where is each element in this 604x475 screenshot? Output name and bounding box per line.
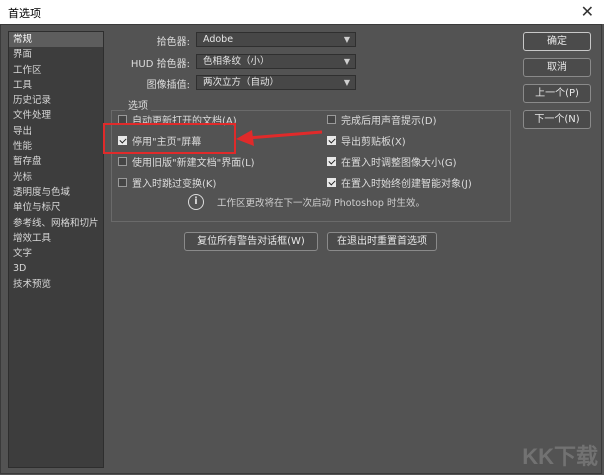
color-picker-value: Adobe	[203, 34, 234, 45]
sidebar-item-units-rulers[interactable]: 单位与标尺	[9, 200, 103, 215]
option-skip-transform[interactable]: 置入时跳过变换(K)	[118, 175, 216, 190]
sidebar-item-general[interactable]: 常规	[9, 32, 103, 48]
option-label: 置入时跳过变换(K)	[132, 179, 217, 190]
sidebar-item-workspace[interactable]: 工作区	[9, 63, 103, 78]
highlight-box	[103, 123, 236, 154]
cancel-button[interactable]: 取消	[523, 58, 591, 77]
chevron-down-icon: ▼	[343, 35, 350, 44]
option-export-clipboard[interactable]: 导出剪贴板(X)	[327, 133, 406, 148]
title-bar: 首选项 ✕	[0, 0, 604, 24]
sidebar: 常规 界面 工作区 工具 历史记录 文件处理 导出 性能 暂存盘 光标 透明度与…	[8, 31, 104, 468]
info-message: 工作区更改将在下一次启动 Photoshop 时生效。	[217, 198, 425, 209]
option-label: 在置入时始终创建智能对象(J)	[341, 179, 472, 190]
option-label: 完成后用声音提示(D)	[341, 116, 437, 127]
sidebar-item-3d[interactable]: 3D	[9, 261, 103, 276]
options-group-title: 选项	[125, 97, 151, 112]
option-resize-on-place[interactable]: 在置入时调整图像大小(G)	[327, 154, 457, 169]
hud-picker-value: 色相条纹（小）	[203, 56, 270, 67]
sidebar-item-type[interactable]: 文字	[9, 246, 103, 261]
checkbox[interactable]	[118, 157, 127, 166]
interpolation-label: 图像插值:	[146, 80, 190, 91]
sidebar-item-history[interactable]: 历史记录	[9, 93, 103, 108]
option-label: 在置入时调整图像大小(G)	[341, 158, 457, 169]
red-arrow-icon	[236, 130, 323, 146]
sidebar-item-performance[interactable]: 性能	[9, 139, 103, 154]
next-button[interactable]: 下一个(N)	[523, 110, 591, 129]
sidebar-item-export[interactable]: 导出	[9, 124, 103, 139]
option-smart-objects[interactable]: 在置入时始终创建智能对象(J)	[327, 175, 472, 190]
sidebar-item-tools[interactable]: 工具	[9, 78, 103, 93]
reset-warnings-button[interactable]: 复位所有警告对话框(W)	[184, 232, 318, 251]
window-title: 首选项	[8, 7, 41, 20]
prev-button[interactable]: 上一个(P)	[523, 84, 591, 103]
close-icon[interactable]: ✕	[581, 2, 594, 21]
info-icon: i	[188, 194, 204, 210]
color-picker-select[interactable]: Adobe ▼	[196, 32, 356, 47]
reset-on-quit-button[interactable]: 在退出时重置首选项	[327, 232, 437, 251]
checkbox[interactable]	[327, 136, 336, 145]
sidebar-item-plugins[interactable]: 增效工具	[9, 231, 103, 246]
sidebar-item-scratch-disks[interactable]: 暂存盘	[9, 154, 103, 169]
checkbox[interactable]	[327, 157, 336, 166]
sidebar-item-guides-grid[interactable]: 参考线、网格和切片	[9, 216, 103, 231]
option-legacy-new-doc[interactable]: 使用旧版"新建文档"界面(L)	[118, 154, 255, 169]
sidebar-item-transparency[interactable]: 透明度与色域	[9, 185, 103, 200]
option-label: 导出剪贴板(X)	[341, 137, 406, 148]
chevron-down-icon: ▼	[343, 57, 350, 66]
checkbox[interactable]	[327, 115, 336, 124]
hud-picker-label: HUD 拾色器:	[130, 59, 190, 70]
option-beep-when-done[interactable]: 完成后用声音提示(D)	[327, 112, 437, 127]
interpolation-value: 两次立方（自动）	[203, 77, 280, 88]
color-picker-label: 拾色器:	[156, 37, 190, 48]
interpolation-select[interactable]: 两次立方（自动） ▼	[196, 75, 356, 90]
hud-picker-select[interactable]: 色相条纹（小） ▼	[196, 54, 356, 69]
ok-button[interactable]: 确定	[523, 32, 591, 51]
sidebar-item-tech-preview[interactable]: 技术预览	[9, 277, 103, 292]
checkbox[interactable]	[327, 178, 336, 187]
sidebar-item-cursors[interactable]: 光标	[9, 170, 103, 185]
sidebar-item-interface[interactable]: 界面	[9, 47, 103, 62]
watermark-logo: KK下载	[522, 444, 598, 469]
option-label: 使用旧版"新建文档"界面(L)	[132, 158, 255, 169]
chevron-down-icon: ▼	[343, 78, 350, 87]
checkbox[interactable]	[118, 178, 127, 187]
sidebar-item-file-handling[interactable]: 文件处理	[9, 108, 103, 123]
